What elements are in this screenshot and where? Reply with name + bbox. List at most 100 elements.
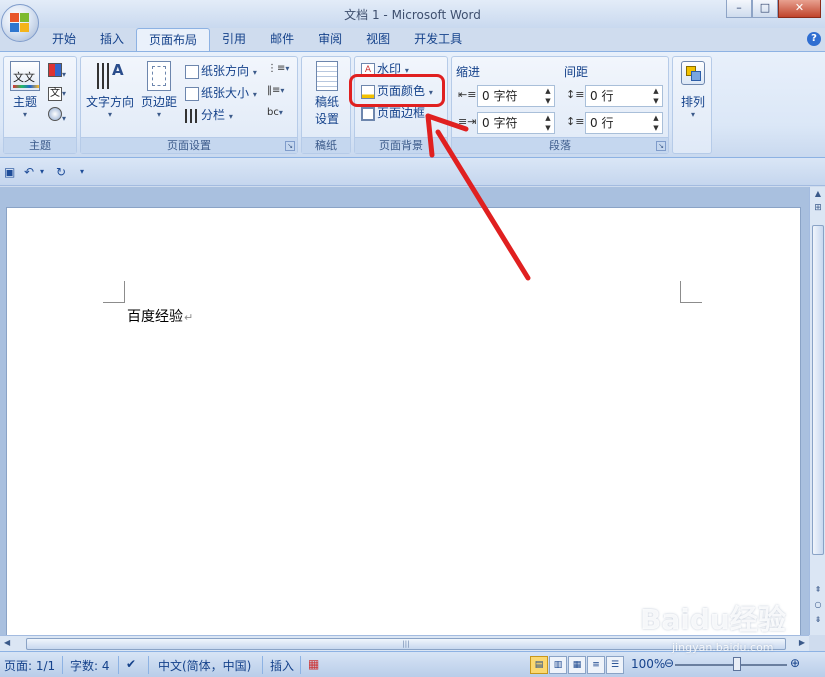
window-title: 文档 1 - Microsoft Word [344, 8, 481, 22]
draft-view-icon[interactable]: ☰ [606, 656, 624, 674]
status-bar: 页面: 1/1 字数: 4 ✔ 中文(简体，中国) 插入 ▦ ▤ ▥ ▦ ≡ ☰… [0, 651, 825, 677]
columns-button[interactable]: 分栏 ▾ [185, 105, 233, 125]
minimize-button[interactable]: – [726, 0, 752, 18]
tab-mailings[interactable]: 邮件 [258, 28, 306, 52]
arrange-label: 排列 [680, 95, 705, 109]
page-setup-launcher[interactable]: ↘ [285, 141, 295, 151]
scroll-left-icon[interactable]: ◀ [4, 638, 10, 647]
size-button[interactable]: 纸张大小 ▾ [185, 83, 257, 103]
spacing-after-stepper[interactable]: ▲ ▼ [650, 113, 662, 133]
tab-home[interactable]: 开始 [40, 28, 88, 52]
indent-right-value: 0 字符 [482, 116, 518, 130]
help-icon[interactable]: ? [807, 32, 821, 46]
text-direction-icon: A [94, 61, 126, 91]
page-count[interactable]: 页面: 1/1 [4, 657, 55, 674]
zoom-out-icon[interactable]: ⊖ [664, 656, 674, 670]
paragraph-mark: ↵ [184, 311, 194, 324]
undo-icon[interactable]: ↶ [24, 165, 38, 179]
language-status[interactable]: 中文(简体，中国) [158, 657, 251, 674]
quick-access-toolbar: ▣ ↶ ▾ ↻ ▾ [0, 158, 825, 186]
spacing-before-input[interactable]: 0 行 ▲ ▼ [585, 85, 663, 107]
customize-qat-icon[interactable]: ▾ [80, 165, 94, 179]
margins-icon [147, 61, 171, 91]
full-screen-reading-icon[interactable]: ▥ [549, 656, 567, 674]
page-borders-icon [361, 106, 375, 121]
window-controls: – □ ✕ [726, 0, 821, 18]
spacing-before-stepper[interactable]: ▲ ▼ [650, 86, 662, 106]
save-icon[interactable]: ▣ [4, 165, 18, 179]
redo-icon[interactable]: ↻ [56, 165, 70, 179]
indent-right-stepper[interactable]: ▲ ▼ [542, 113, 554, 133]
theme-icon: 文文 [10, 61, 40, 91]
orientation-button[interactable]: 纸张方向 ▾ [185, 61, 257, 81]
theme-colors-icon[interactable]: ▾ [48, 63, 72, 79]
tab-insert[interactable]: 插入 [88, 28, 136, 52]
manuscript-settings-button[interactable]: 稿纸 设置 [306, 61, 348, 127]
document-page[interactable]: 百度经验↵ [6, 207, 801, 647]
indent-left-input[interactable]: 0 字符 ▲ ▼ [477, 85, 555, 107]
paragraph-launcher[interactable]: ↘ [656, 141, 666, 151]
zoom-level[interactable]: 100% [631, 657, 665, 671]
office-logo-icon [10, 13, 30, 33]
line-numbers-icon[interactable]: ‖≡▾ [267, 85, 284, 96]
browse-object-icon[interactable]: ○ [811, 600, 825, 609]
outline-view-icon[interactable]: ≡ [587, 656, 605, 674]
theme-button[interactable]: 文文 主题 ▾ [7, 61, 43, 119]
proofing-icon[interactable]: ✔ [126, 657, 136, 671]
hyphenation-icon[interactable]: bc▾ [267, 107, 283, 118]
title-bar: 文档 1 - Microsoft Word – □ ✕ [0, 0, 825, 28]
margins-button[interactable]: 页边距 ▾ [139, 61, 179, 119]
tab-review[interactable]: 审阅 [306, 28, 354, 52]
breaks-icon[interactable]: ⋮≡▾ [267, 63, 289, 74]
zoom-slider-track[interactable] [675, 664, 787, 666]
text-direction-label: 文字方向 [85, 95, 134, 109]
word-count[interactable]: 字数: 4 [70, 657, 110, 674]
scroll-up-icon[interactable]: ▲ [811, 189, 825, 198]
tab-references[interactable]: 引用 [210, 28, 258, 52]
manuscript-label-2: 设置 [314, 112, 339, 126]
next-page-icon[interactable]: ⇟ [811, 615, 825, 624]
previous-page-icon[interactable]: ⇞ [811, 585, 825, 594]
spacing-before-value: 0 行 [590, 89, 614, 103]
indent-right-input[interactable]: 0 字符 ▲ ▼ [477, 112, 555, 134]
zoom-slider-thumb[interactable] [733, 657, 741, 671]
spacing-after-input[interactable]: 0 行 ▲ ▼ [585, 112, 663, 134]
print-layout-view-icon[interactable]: ▤ [530, 656, 548, 674]
orientation-icon [185, 64, 199, 79]
ruler-toggle-icon[interactable]: ⊞ [811, 203, 825, 213]
vertical-scroll-thumb[interactable] [812, 225, 824, 555]
arrange-button[interactable]: 排列 ▾ [675, 61, 711, 119]
spacing-label: 间距 [564, 65, 589, 79]
theme-fonts-icon[interactable]: 文 ▾ [48, 85, 72, 101]
insert-mode[interactable]: 插入 [270, 657, 294, 674]
manuscript-icon [316, 61, 338, 91]
size-icon [185, 86, 199, 101]
page-background-group-label: 页面背景 [355, 137, 447, 153]
office-button[interactable] [1, 4, 39, 42]
macro-record-icon[interactable]: ▦ [308, 657, 319, 671]
ribbon-tabs: 开始 插入 页面布局 引用 邮件 审阅 视图 开发工具 [40, 28, 474, 52]
theme-group-label: 主题 [4, 137, 76, 153]
tab-page-layout[interactable]: 页面布局 [136, 28, 211, 52]
vertical-scrollbar[interactable]: ▲ ⊞ ⇞ ○ ⇟ [809, 187, 825, 635]
scroll-right-icon[interactable]: ▶ [799, 638, 805, 647]
page-setup-group-label: 页面设置 [81, 137, 297, 153]
indent-left-value: 0 字符 [482, 89, 518, 103]
tab-view[interactable]: 视图 [354, 28, 402, 52]
baidu-watermark: Baidu经验 [640, 603, 786, 636]
web-layout-icon[interactable]: ▦ [568, 656, 586, 674]
undo-dropdown-icon[interactable]: ▾ [40, 165, 54, 179]
close-button[interactable]: ✕ [778, 0, 821, 18]
document-text[interactable]: 百度经验↵ [127, 306, 193, 326]
text-direction-button[interactable]: A 文字方向 ▾ [85, 61, 135, 119]
maximize-button[interactable]: □ [752, 0, 778, 18]
theme-effects-icon[interactable]: ▾ [48, 107, 72, 123]
paragraph-group-label: 段落 [452, 137, 668, 153]
margins-label: 页边距 [140, 95, 177, 109]
manuscript-label-1: 稿纸 [314, 95, 339, 109]
arrange-icon [681, 61, 705, 85]
tab-developer[interactable]: 开发工具 [402, 28, 474, 52]
indent-left-stepper[interactable]: ▲ ▼ [542, 86, 554, 106]
size-label: 纸张大小 [201, 86, 250, 100]
zoom-in-icon[interactable]: ⊕ [790, 656, 800, 670]
